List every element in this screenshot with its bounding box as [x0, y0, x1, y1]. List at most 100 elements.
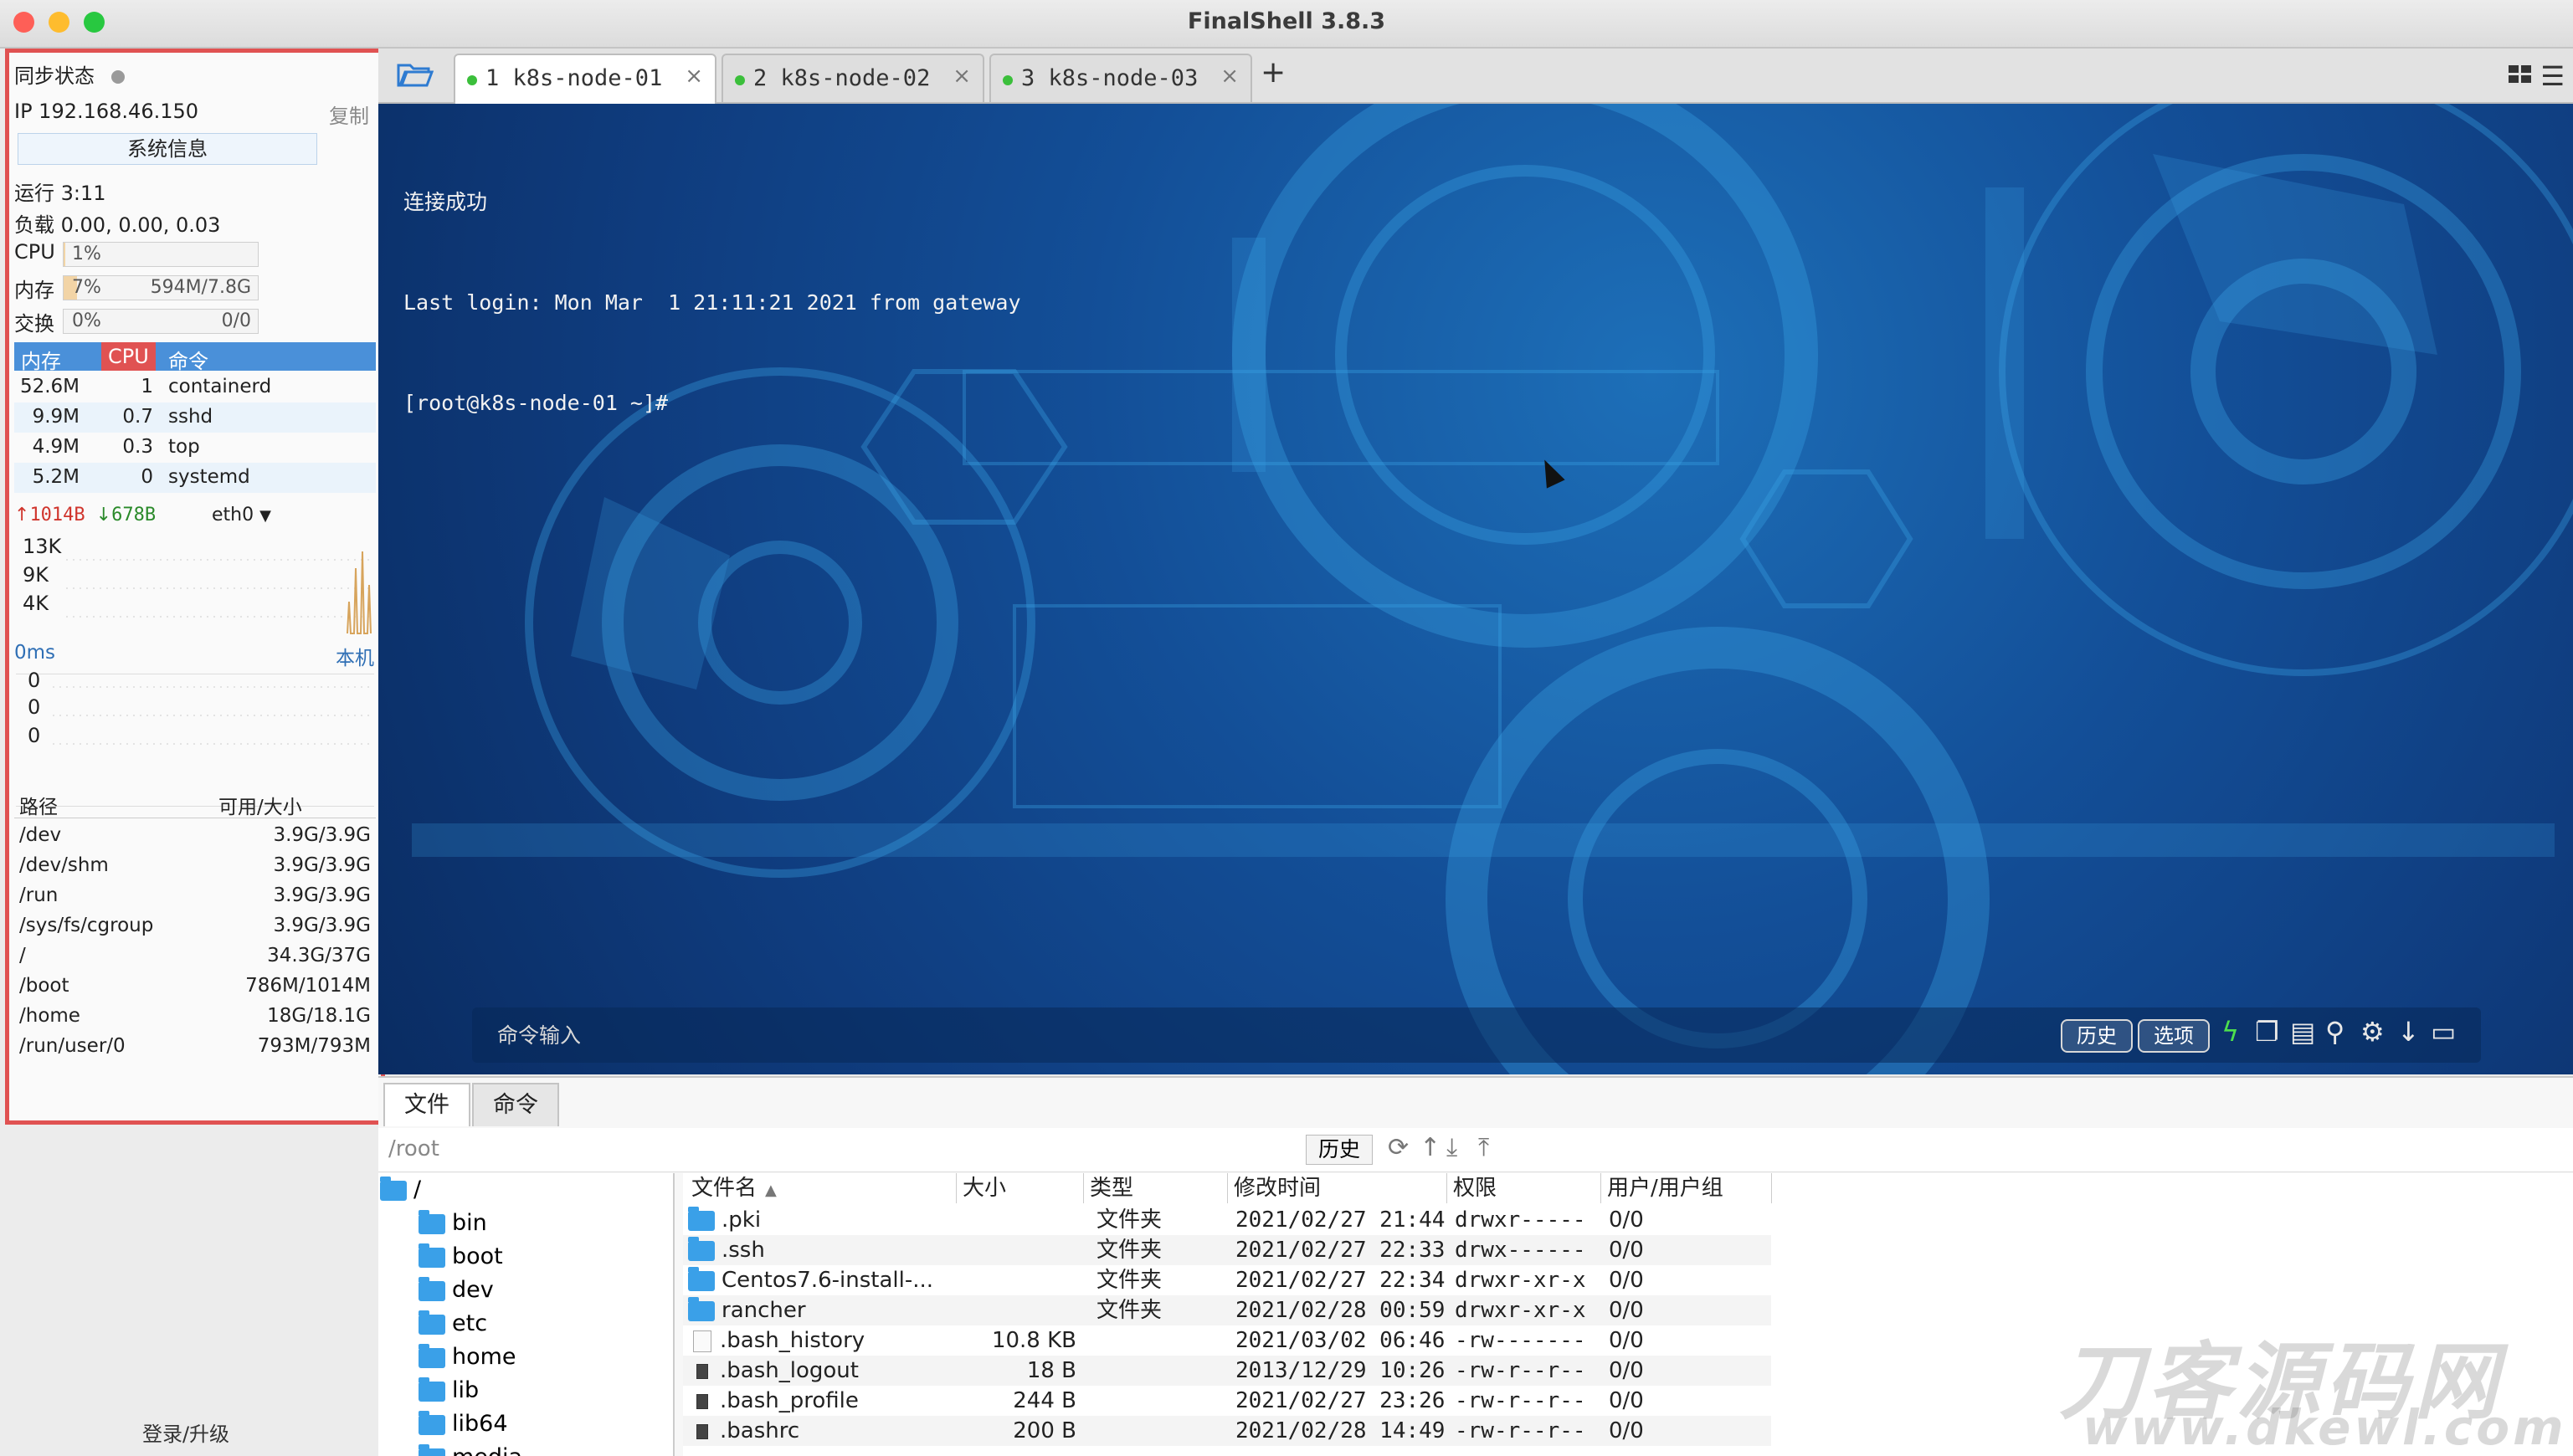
lightning-icon[interactable]: ϟ: [2221, 1016, 2239, 1048]
disk-row[interactable]: / 34.3G/37G: [14, 941, 376, 972]
file-owner: 0/0: [1609, 1418, 1644, 1443]
login-upgrade-link[interactable]: 登录/升级: [0, 1418, 372, 1447]
path-history-button[interactable]: 历史: [1306, 1135, 1373, 1165]
tree-node[interactable]: /: [380, 1173, 421, 1207]
process-row[interactable]: 4.9M 0.3 top: [14, 433, 376, 463]
disk-row[interactable]: /dev 3.9G/3.9G: [14, 821, 376, 851]
session-tab[interactable]: 2 k8s-node-02 ×: [722, 54, 984, 102]
file-modified-time: 2021/02/27 22:34: [1235, 1268, 1446, 1293]
ping-graph: 0 0 0: [16, 669, 374, 807]
file-modified-time: 2021/02/27 23:26: [1235, 1388, 1446, 1413]
file-row[interactable]: .bash_history 10.8 KB 2021/03/02 06:46 -rw-…: [683, 1325, 1771, 1356]
file-row[interactable]: .ssh 文件夹 2021/02/27 22:33 drwx------ 0/0: [683, 1235, 1771, 1265]
refresh-icon[interactable]: ⟳: [1388, 1133, 1409, 1162]
process-row[interactable]: 5.2M 0 systemd: [14, 463, 376, 493]
process-command: sshd: [168, 406, 213, 428]
upload-arrow-icon: ↑: [14, 505, 30, 525]
disk-row[interactable]: /run/user/0 793M/793M: [14, 1032, 376, 1062]
paste-icon[interactable]: ▤: [2290, 1016, 2315, 1048]
history-button[interactable]: 历史: [2061, 1019, 2133, 1053]
copy-ip-button[interactable]: 复制: [329, 100, 369, 129]
command-input-bar[interactable]: 命令输入 历史 选项 ϟ ❐ ▤ ⚲ ⚙ ↓ ▭: [472, 1007, 2481, 1063]
download-icon[interactable]: ↓: [2397, 1016, 2420, 1048]
add-tab-icon[interactable]: +: [1261, 55, 1286, 90]
tree-node-label: lib: [452, 1377, 480, 1403]
swap-usage-detail: 0/0: [221, 310, 251, 331]
session-tab[interactable]: 3 k8s-node-03 ×: [989, 54, 1252, 102]
ping-target: 本机: [336, 648, 374, 669]
swap-usage-bar: 0% 0/0: [63, 309, 259, 334]
tab-commands[interactable]: 命令: [472, 1083, 559, 1126]
download-file-icon[interactable]: ⤓: [1446, 1133, 1457, 1162]
session-tab[interactable]: 1 k8s-node-01 ×: [454, 54, 716, 104]
gear-icon[interactable]: ⚙: [2360, 1016, 2385, 1048]
open-folder-icon[interactable]: [397, 60, 434, 89]
disk-row[interactable]: /dev/shm 3.9G/3.9G: [14, 851, 376, 881]
copy-icon[interactable]: ❐: [2255, 1016, 2279, 1048]
file-row[interactable]: .bash_logout 18 B 2013/12/29 10:26 -rw-r--r…: [683, 1356, 1771, 1386]
col-memory[interactable]: 内存: [21, 345, 61, 374]
options-button[interactable]: 选项: [2138, 1019, 2210, 1053]
tree-node[interactable]: lib64: [419, 1407, 508, 1441]
tree-node[interactable]: media: [419, 1441, 522, 1456]
file-column-header[interactable]: 文件名 ▲: [688, 1173, 957, 1203]
col-cpu[interactable]: CPU: [101, 342, 156, 371]
net-upload-rate: 1014B: [29, 505, 85, 525]
tree-node[interactable]: etc: [419, 1307, 487, 1341]
process-row[interactable]: 9.9M 0.7 sshd: [14, 402, 376, 433]
file-row[interactable]: rancher 文件夹 2021/02/28 00:59 drwxr-xr-x 0/0: [683, 1295, 1771, 1325]
disk-size: 3.9G/3.9G: [273, 824, 371, 846]
process-row[interactable]: 52.6M 1 containerd: [14, 372, 376, 402]
tree-node[interactable]: home: [419, 1341, 516, 1374]
watermark-url: www.dkewl.com: [2083, 1399, 2567, 1456]
col-available-size[interactable]: 可用/大小: [218, 791, 302, 819]
command-input[interactable]: 命令输入: [497, 1019, 581, 1049]
upload-file-icon[interactable]: ⤒: [1478, 1133, 1489, 1162]
tree-node[interactable]: lib: [419, 1374, 479, 1407]
folder-icon: [688, 1266, 715, 1291]
terminal-panel[interactable]: 连接成功 Last login: Mon Mar 1 21:11:21 2021…: [378, 104, 2573, 1074]
file-owner: 0/0: [1609, 1388, 1644, 1413]
net-interface-select[interactable]: eth0 ▼: [212, 505, 271, 525]
col-command[interactable]: 命令: [168, 345, 208, 374]
file-column-header[interactable]: 类型: [1086, 1173, 1228, 1203]
disk-row[interactable]: /home 18G/18.1G: [14, 1002, 376, 1032]
search-icon[interactable]: ⚲: [2325, 1016, 2344, 1048]
file-column-header[interactable]: 权限: [1450, 1173, 1601, 1203]
menu-icon[interactable]: ☰: [2540, 60, 2565, 92]
file-name: .pki: [722, 1207, 762, 1233]
file-row[interactable]: .bashrc 200 B 2021/02/28 14:49 -rw-r--r-- 0/…: [683, 1416, 1771, 1446]
tree-node[interactable]: boot: [419, 1240, 503, 1274]
tab-files[interactable]: 文件: [383, 1083, 470, 1126]
column-header-label: 类型: [1090, 1176, 1134, 1201]
grid-view-icon[interactable]: [2508, 62, 2533, 87]
file-name: rancher: [722, 1298, 806, 1323]
tree-node[interactable]: bin: [419, 1207, 487, 1240]
close-tab-icon[interactable]: ×: [1220, 64, 1239, 89]
disk-row[interactable]: /run 3.9G/3.9G: [14, 881, 376, 911]
disk-row[interactable]: /boot 786M/1014M: [14, 972, 376, 1002]
fullscreen-icon[interactable]: ▭: [2431, 1016, 2456, 1048]
file-row[interactable]: .pki 文件夹 2021/02/27 21:44 drwxr----- 0/0: [683, 1205, 1771, 1235]
close-tab-icon[interactable]: ×: [953, 64, 971, 89]
disk-row[interactable]: /sys/fs/cgroup 3.9G/3.9G: [14, 911, 376, 941]
file-row[interactable]: Centos7.6-install-... 文件夹 2021/02/27 22:34…: [683, 1265, 1771, 1295]
file-row[interactable]: .bash_profile 244 B 2021/02/27 23:26 -rw-r-…: [683, 1386, 1771, 1416]
go-up-icon[interactable]: ↑: [1420, 1133, 1441, 1162]
close-tab-icon[interactable]: ×: [685, 64, 703, 89]
column-header-label: 修改时间: [1234, 1176, 1322, 1201]
system-info-button[interactable]: 系统信息: [18, 133, 317, 165]
file-icon: [696, 1423, 708, 1439]
process-cpu: 0.3: [122, 436, 153, 458]
tree-node-label: etc: [452, 1310, 488, 1336]
tree-node[interactable]: dev: [419, 1274, 494, 1307]
col-path[interactable]: 路径: [19, 791, 58, 819]
file-column-header[interactable]: 修改时间: [1230, 1173, 1447, 1203]
file-column-header[interactable]: 大小: [959, 1173, 1084, 1203]
folder-icon: [419, 1410, 445, 1435]
net-interface-label: eth0: [212, 505, 254, 525]
file-column-header[interactable]: 用户/用户组: [1604, 1173, 1772, 1203]
tree-node-label: boot: [452, 1243, 503, 1269]
path-input[interactable]: /root: [388, 1136, 439, 1161]
process-cpu: 1: [141, 376, 153, 397]
